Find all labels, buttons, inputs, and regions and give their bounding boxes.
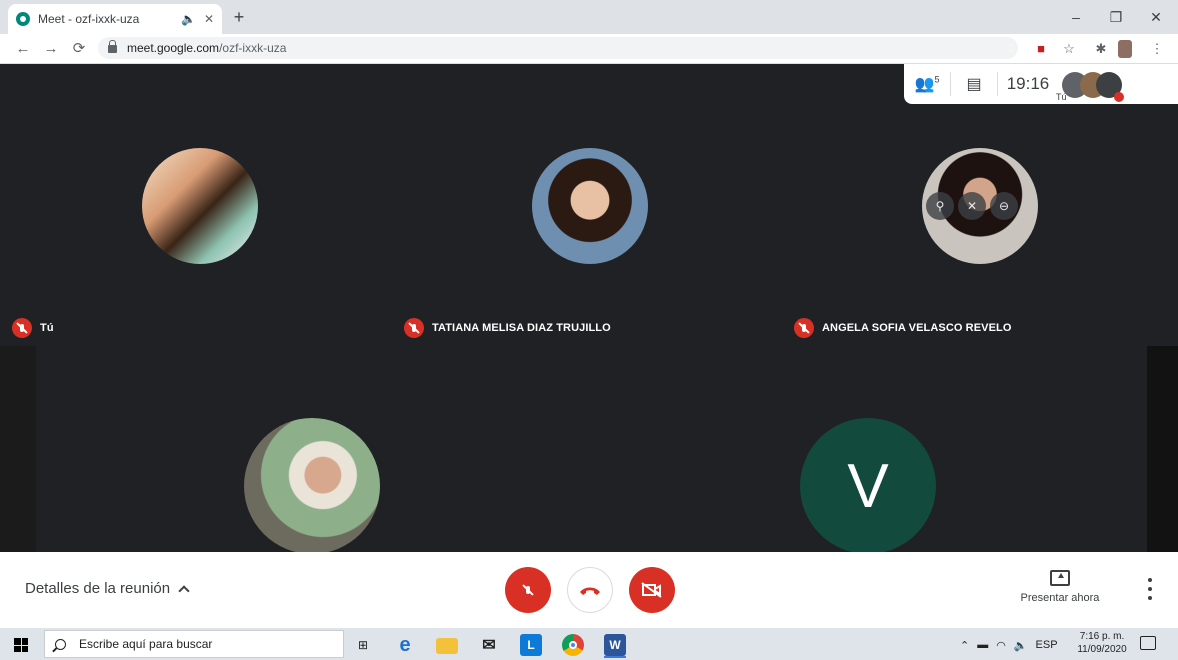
- volume-icon[interactable]: 🔈: [1014, 639, 1028, 652]
- lync-app-icon[interactable]: L: [520, 634, 542, 656]
- mic-off-icon: [404, 318, 424, 338]
- wifi-icon[interactable]: ◠: [996, 639, 1006, 652]
- bookmark-star-icon[interactable]: ☆: [1058, 38, 1080, 60]
- profile-avatar[interactable]: [1118, 40, 1132, 58]
- tab-audio-icon[interactable]: 🔈: [181, 12, 196, 26]
- camera-off-icon: [641, 582, 662, 598]
- present-screen-icon: [1050, 570, 1070, 586]
- browser-menu-icon[interactable]: ⋮: [1146, 38, 1168, 60]
- active-app-indicator: [604, 656, 626, 658]
- search-icon: [55, 638, 66, 650]
- self-label: Tú: [1056, 92, 1067, 102]
- participant-avatar: [532, 148, 648, 264]
- present-now-button[interactable]: Presentar ahora: [1012, 570, 1108, 604]
- self-preview[interactable]: Tú: [1056, 68, 1124, 102]
- chat-icon[interactable]: ▤: [951, 74, 997, 94]
- pin-icon[interactable]: ⚲: [926, 192, 954, 220]
- participant-nameplate: ANGELA SOFIA VELASCO REVELO: [794, 318, 1012, 338]
- participant-nameplate: TATIANA MELISA DIAZ TRUJILLO: [404, 318, 611, 338]
- more-options-icon[interactable]: [1142, 578, 1158, 600]
- lock-icon: [108, 40, 117, 53]
- word-icon[interactable]: W: [604, 634, 626, 656]
- participant-avatar: [142, 148, 258, 264]
- edge-browser-icon[interactable]: e: [394, 634, 416, 656]
- taskbar-time: 7:16 p. m.: [1079, 631, 1125, 642]
- participants-count: 5: [934, 74, 940, 85]
- tile-divider: [0, 346, 36, 552]
- window-close-button[interactable]: ✕: [1136, 4, 1176, 30]
- participant-initial-avatar: V: [800, 418, 936, 554]
- camera-blocked-icon[interactable]: ■: [1030, 38, 1052, 60]
- file-explorer-icon[interactable]: [436, 638, 458, 654]
- address-bar[interactable]: meet.google.com/ozf-ixxk-uza: [98, 37, 1018, 59]
- video-grid: [0, 64, 1178, 552]
- mic-off-icon: [794, 318, 814, 338]
- participant-name: Tú: [40, 322, 54, 334]
- search-placeholder: Escribe aquí para buscar: [79, 637, 213, 651]
- url-path: /ozf-ixxk-uza: [219, 41, 287, 55]
- mic-toggle-button[interactable]: [505, 567, 551, 613]
- windows-start-icon[interactable]: [14, 638, 28, 652]
- taskbar-search[interactable]: Escribe aquí para buscar: [44, 630, 344, 658]
- task-view-icon[interactable]: ⊞: [352, 634, 374, 656]
- participant-avatar: [244, 418, 380, 554]
- camera-toggle-button[interactable]: [629, 567, 675, 613]
- url-host: meet.google.com: [127, 41, 220, 55]
- hang-up-button[interactable]: [567, 567, 613, 613]
- minimize-button[interactable]: –: [1056, 4, 1096, 30]
- tab-title: Meet - ozf-ixxk-uza: [38, 12, 140, 26]
- mic-off-icon: [518, 580, 538, 600]
- participant-name: TATIANA MELISA DIAZ TRUJILLO: [432, 322, 611, 334]
- chrome-center: [569, 641, 577, 649]
- meet-favicon-icon: [16, 12, 30, 26]
- new-tab-button[interactable]: +: [228, 6, 250, 28]
- participant-nameplate: Tú: [12, 318, 54, 338]
- chrome-icon[interactable]: [562, 634, 584, 656]
- remove-participant-icon[interactable]: ⊖: [990, 192, 1018, 220]
- mute-participant-icon[interactable]: ✕: [958, 192, 986, 220]
- tray-chevron-up-icon[interactable]: ⌃: [960, 639, 969, 652]
- back-arrow-icon[interactable]: ←: [12, 38, 34, 60]
- tab-close-icon[interactable]: ✕: [204, 12, 214, 26]
- present-now-label: Presentar ahora: [1020, 592, 1100, 604]
- participants-button[interactable]: 👥5: [904, 74, 950, 94]
- battery-icon[interactable]: ▬: [977, 639, 988, 651]
- forward-arrow-icon[interactable]: →: [40, 38, 62, 60]
- meet-top-bar: 👥5 ▤ 19:16 Tú: [904, 64, 1178, 104]
- mic-off-icon: [12, 318, 32, 338]
- tile-hover-controls: ⚲ ✕ ⊖: [926, 192, 1018, 220]
- mic-off-badge: [1114, 92, 1124, 102]
- phone-hangup-icon: [580, 587, 600, 595]
- participant-name: ANGELA SOFIA VELASCO REVELO: [822, 322, 1012, 334]
- tile-divider: [1147, 346, 1178, 552]
- chevron-up-icon: [178, 584, 190, 597]
- browser-tab-meet[interactable]: Meet - ozf-ixxk-uza 🔈 ✕: [8, 4, 222, 34]
- meeting-details-button[interactable]: Detalles de la reunión: [25, 580, 190, 597]
- reload-icon[interactable]: ⟳: [68, 38, 90, 60]
- language-indicator[interactable]: ESP: [1036, 639, 1058, 651]
- meeting-clock: 19:16: [1006, 74, 1050, 93]
- taskbar-clock[interactable]: 7:16 p. m. 11/09/2020: [1072, 630, 1132, 656]
- extensions-icon[interactable]: ✱: [1090, 38, 1112, 60]
- mail-icon[interactable]: ✉: [478, 634, 500, 656]
- system-tray: ⌃ ▬ ◠ 🔈 ESP: [960, 632, 1058, 658]
- notification-center-icon[interactable]: [1140, 636, 1156, 650]
- taskbar-date: 11/09/2020: [1077, 644, 1127, 655]
- restore-button[interactable]: ❐: [1096, 4, 1136, 30]
- meeting-details-label: Detalles de la reunión: [25, 580, 171, 597]
